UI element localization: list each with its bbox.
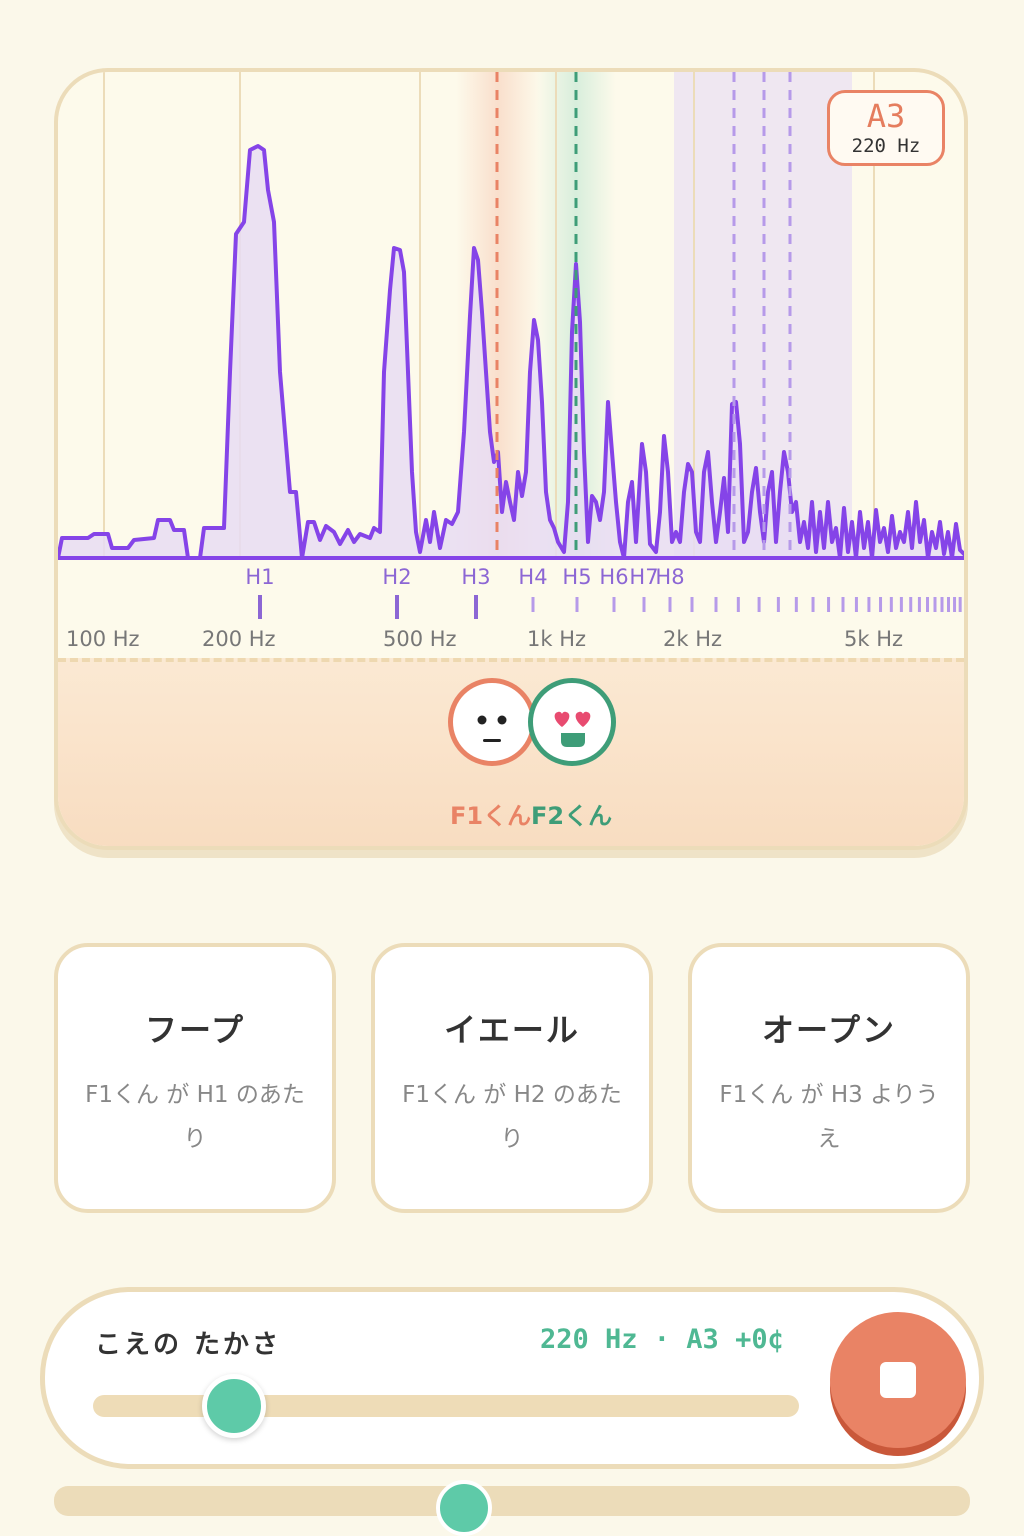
harmonic-label-h4: H4 [518,565,547,589]
pitch-slider-track[interactable] [93,1395,799,1417]
harmonic-label-h2: H2 [382,565,411,589]
pitch-label: こえの たかさ [95,1330,282,1360]
stop-icon [880,1362,916,1398]
pitch-slider-thumb[interactable] [202,1374,267,1438]
freq-label-200: 200 Hz [202,627,276,651]
harmonic-label-h1: H1 [245,565,274,589]
freq-label-1k: 1k Hz [527,627,586,651]
harmonic-label-h8: H8 [655,565,684,589]
pitch-hz: 220 Hz [851,135,921,157]
mode-description: F1くん が H1 のあたり [85,1082,305,1152]
freq-label-100: 100 Hz [66,627,140,651]
mode-card-hoop[interactable]: フープ F1くん が H1 のあたり [54,943,336,1213]
pitch-note: A3 [866,97,906,135]
f1-label: F1くん [450,802,532,830]
harmonic-ticks [258,595,962,619]
secondary-slider-thumb[interactable] [436,1480,492,1536]
mode-title: オープン [761,1011,897,1049]
pitch-badge: A3 220 Hz [827,90,945,166]
heart-eyes-face-icon [554,711,591,747]
mode-card-open[interactable]: オープン F1くん が H3 よりうえ [688,943,970,1213]
pitch-control-panel: こえの たかさ 220 Hz · A3 +0¢ [40,1287,984,1469]
mode-card-yell[interactable]: イエール F1くん が H2 のあたり [371,943,653,1213]
secondary-slider-track[interactable] [54,1486,970,1516]
spectrum-chart: H1 H2 H3 H4 H5 H6 H7 H8 100 Hz 200 Hz 50… [58,72,964,651]
mode-description: F1くん が H3 よりうえ [719,1082,939,1152]
freq-label-2k: 2k Hz [663,627,722,651]
mode-title: フープ [144,1011,246,1049]
harmonic-label-h5: H5 [562,565,591,589]
f2-label: F2くん [531,802,613,830]
harmonic-label-h6: H6 [599,565,628,589]
spectrum-card: H1 H2 H3 H4 H5 H6 H7 H8 100 Hz 200 Hz 50… [54,68,968,850]
freq-label-500: 500 Hz [383,627,457,651]
mode-title: イエール [444,1011,580,1049]
harmonic-label-h7: H7 [629,565,658,589]
freq-label-5k: 5k Hz [844,627,903,651]
stop-button[interactable] [830,1312,966,1448]
f1-character[interactable] [448,678,536,766]
f2-character[interactable] [528,678,616,766]
neutral-face-icon [477,715,507,742]
pitch-readout: 220 Hz · A3 +0¢ [540,1324,784,1355]
mode-description: F1くん が H2 のあたり [402,1082,622,1152]
harmonic-label-h3: H3 [461,565,490,589]
